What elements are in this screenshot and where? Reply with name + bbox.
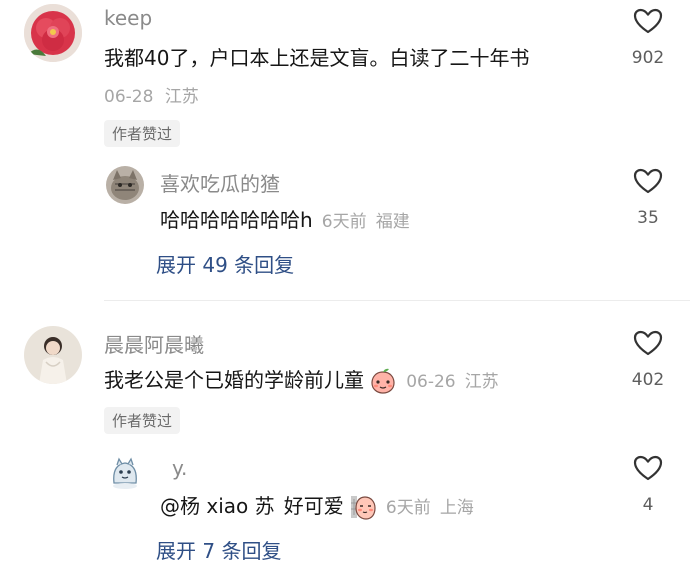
- reply-like-count: 35: [637, 208, 659, 228]
- reply-avatar[interactable]: [106, 453, 144, 491]
- like-count: 402: [631, 370, 665, 390]
- heart-outline-icon[interactable]: [618, 328, 678, 358]
- reply-text: 好可爱: [283, 494, 344, 518]
- comment-username[interactable]: keep: [104, 6, 152, 30]
- reply-body: 哈哈哈哈哈哈哈h 6天前 福建: [160, 204, 410, 233]
- comment-date: 06-26: [406, 372, 456, 392]
- heart-outline-icon[interactable]: [618, 453, 678, 483]
- author-liked-badge: 作者赞过: [104, 407, 181, 434]
- cat-avatar-image: [106, 166, 144, 204]
- reply-username[interactable]: 喜欢吃瓜的猹: [160, 168, 280, 197]
- reply-location: 福建: [375, 212, 410, 232]
- reply-location: 上海: [439, 498, 474, 518]
- reply-avatar[interactable]: [106, 166, 144, 204]
- reply-time: 6天前: [321, 212, 367, 232]
- reply-username[interactable]: y.: [172, 456, 187, 480]
- peach-face-emoji: [369, 367, 397, 399]
- reply-like-button[interactable]: 4: [618, 453, 678, 515]
- comment-text: 我老公是个已婚的学龄前儿童: [104, 368, 364, 392]
- reply-time: 6天前: [385, 498, 431, 518]
- comment-location: 江苏: [464, 372, 499, 392]
- avatar[interactable]: [24, 326, 82, 384]
- reply-like-button[interactable]: 35: [618, 166, 678, 228]
- flower-avatar-image: [24, 4, 82, 62]
- shy-face-emoji: [349, 493, 377, 525]
- reply-body: @杨 xiao 苏 好可爱 6天前 上海: [160, 490, 474, 525]
- expand-replies-link[interactable]: 展开 7 条回复: [156, 535, 281, 564]
- like-button[interactable]: 902: [618, 6, 678, 68]
- like-count: 902: [631, 48, 665, 68]
- expand-replies-link[interactable]: 展开 49 条回复: [156, 249, 294, 278]
- comment-body: 我老公是个已婚的学龄前儿童 06-26 江苏: [104, 364, 499, 399]
- reply-text: 哈哈哈哈哈哈哈h: [160, 208, 313, 232]
- heart-outline-icon[interactable]: [618, 6, 678, 36]
- cartoon-avatar-image: [106, 453, 144, 491]
- reply-mention[interactable]: @杨 xiao 苏: [160, 494, 275, 518]
- avatar[interactable]: [24, 4, 82, 62]
- comment-location: 江苏: [164, 87, 199, 107]
- comment-username[interactable]: 晨晨阿晨曦: [104, 329, 204, 358]
- author-liked-badge: 作者赞过: [104, 120, 181, 147]
- like-button[interactable]: 402: [618, 328, 678, 390]
- comment-divider: [104, 300, 690, 301]
- comment-meta: 06-28 江苏: [104, 82, 199, 107]
- comment-text: 我都40了，户口本上还是文盲。白读了二十年书: [104, 46, 530, 70]
- heart-outline-icon[interactable]: [618, 166, 678, 196]
- person-avatar-image: [24, 326, 82, 384]
- reply-like-count: 4: [642, 495, 654, 515]
- comment-date: 06-28: [104, 87, 154, 107]
